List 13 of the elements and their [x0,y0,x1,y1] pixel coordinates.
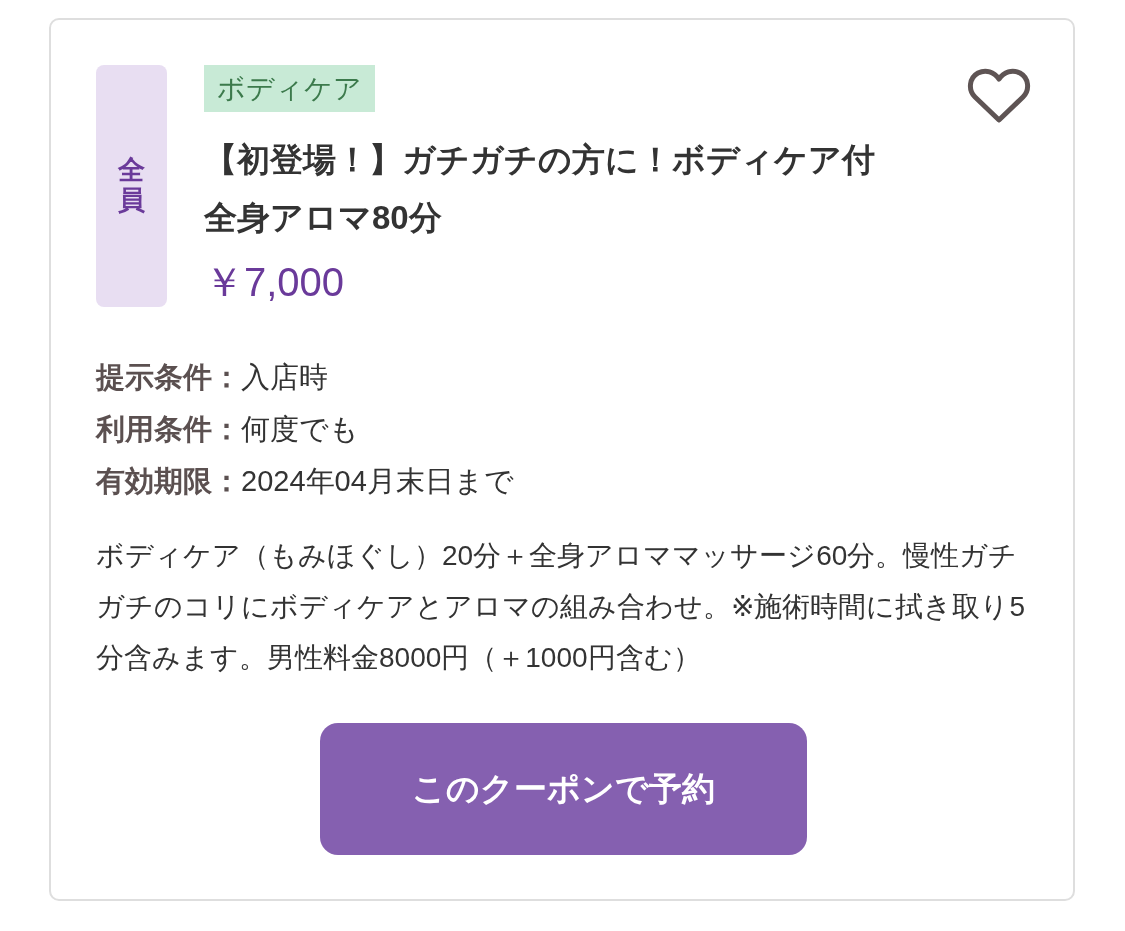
coupon-title: 【初登場！】ガチガチの方に！ボディケア付全身アロマ80分 [204,140,876,238]
condition-label: 利用条件： [96,413,241,445]
condition-label: 提示条件： [96,361,241,393]
coupon-price: ￥7,000 [204,259,345,306]
condition-value: 何度でも [241,413,359,445]
heart-icon[interactable] [967,68,1031,124]
condition-value: 入店時 [241,361,328,393]
reserve-button[interactable]: このクーポンで予約 [320,723,807,855]
coupon-description: ボディケア（もみほぐし）20分＋全身アロママッサージ60分。慢性ガチガチのコリにボディケアとアロマの組み合わせ。※施術時間に拭き取り5分含みます。男性料金8000円（＋1000円含む） [96,539,1027,675]
condition-label: 有効期限： [96,465,241,497]
condition-value: 2024年04月末日まで [241,465,514,497]
category-tag: ボディケア [204,65,375,112]
target-badge: 全員 [96,65,167,307]
